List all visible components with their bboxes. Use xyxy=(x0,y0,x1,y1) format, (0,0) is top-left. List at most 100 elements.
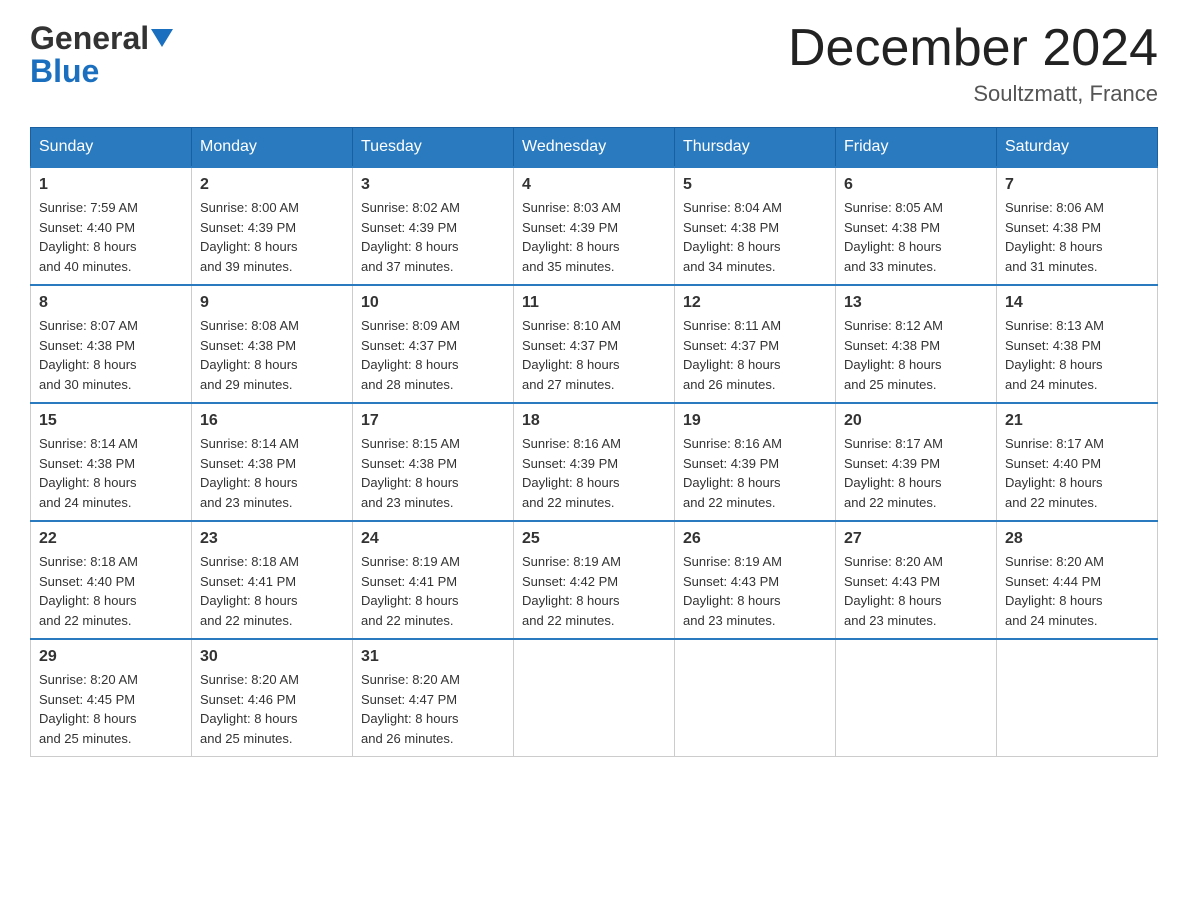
calendar-cell: 19 Sunrise: 8:16 AMSunset: 4:39 PMDaylig… xyxy=(675,403,836,521)
calendar-cell: 11 Sunrise: 8:10 AMSunset: 4:37 PMDaylig… xyxy=(514,285,675,403)
day-number: 20 xyxy=(844,412,988,430)
calendar-week-5: 29 Sunrise: 8:20 AMSunset: 4:45 PMDaylig… xyxy=(31,639,1158,757)
day-number: 16 xyxy=(200,412,344,430)
calendar-cell: 17 Sunrise: 8:15 AMSunset: 4:38 PMDaylig… xyxy=(353,403,514,521)
page-header: General Blue December 2024 Soultzmatt, F… xyxy=(30,20,1158,107)
day-info: Sunrise: 8:20 AMSunset: 4:45 PMDaylight:… xyxy=(39,672,138,746)
calendar-cell: 25 Sunrise: 8:19 AMSunset: 4:42 PMDaylig… xyxy=(514,521,675,639)
calendar-week-2: 8 Sunrise: 8:07 AMSunset: 4:38 PMDayligh… xyxy=(31,285,1158,403)
day-info: Sunrise: 8:20 AMSunset: 4:47 PMDaylight:… xyxy=(361,672,460,746)
day-number: 25 xyxy=(522,530,666,548)
day-info: Sunrise: 8:18 AMSunset: 4:40 PMDaylight:… xyxy=(39,554,138,628)
weekday-header-sunday: Sunday xyxy=(31,128,192,168)
day-info: Sunrise: 8:16 AMSunset: 4:39 PMDaylight:… xyxy=(683,436,782,510)
day-info: Sunrise: 8:19 AMSunset: 4:42 PMDaylight:… xyxy=(522,554,621,628)
day-number: 28 xyxy=(1005,530,1149,548)
calendar-cell: 13 Sunrise: 8:12 AMSunset: 4:38 PMDaylig… xyxy=(836,285,997,403)
calendar-week-3: 15 Sunrise: 8:14 AMSunset: 4:38 PMDaylig… xyxy=(31,403,1158,521)
day-info: Sunrise: 8:19 AMSunset: 4:43 PMDaylight:… xyxy=(683,554,782,628)
calendar-cell: 23 Sunrise: 8:18 AMSunset: 4:41 PMDaylig… xyxy=(192,521,353,639)
day-number: 14 xyxy=(1005,294,1149,312)
day-info: Sunrise: 8:06 AMSunset: 4:38 PMDaylight:… xyxy=(1005,200,1104,274)
weekday-header-saturday: Saturday xyxy=(997,128,1158,168)
day-info: Sunrise: 8:04 AMSunset: 4:38 PMDaylight:… xyxy=(683,200,782,274)
day-number: 11 xyxy=(522,294,666,312)
calendar-cell: 6 Sunrise: 8:05 AMSunset: 4:38 PMDayligh… xyxy=(836,167,997,285)
day-info: Sunrise: 8:11 AMSunset: 4:37 PMDaylight:… xyxy=(683,318,781,392)
day-number: 23 xyxy=(200,530,344,548)
calendar-cell: 2 Sunrise: 8:00 AMSunset: 4:39 PMDayligh… xyxy=(192,167,353,285)
day-number: 1 xyxy=(39,176,183,194)
day-number: 21 xyxy=(1005,412,1149,430)
calendar-cell: 31 Sunrise: 8:20 AMSunset: 4:47 PMDaylig… xyxy=(353,639,514,757)
weekday-header-monday: Monday xyxy=(192,128,353,168)
calendar-cell: 20 Sunrise: 8:17 AMSunset: 4:39 PMDaylig… xyxy=(836,403,997,521)
day-info: Sunrise: 8:00 AMSunset: 4:39 PMDaylight:… xyxy=(200,200,299,274)
day-number: 29 xyxy=(39,648,183,666)
day-number: 3 xyxy=(361,176,505,194)
calendar-cell: 14 Sunrise: 8:13 AMSunset: 4:38 PMDaylig… xyxy=(997,285,1158,403)
calendar-cell: 12 Sunrise: 8:11 AMSunset: 4:37 PMDaylig… xyxy=(675,285,836,403)
calendar-cell: 21 Sunrise: 8:17 AMSunset: 4:40 PMDaylig… xyxy=(997,403,1158,521)
day-info: Sunrise: 8:15 AMSunset: 4:38 PMDaylight:… xyxy=(361,436,460,510)
day-number: 2 xyxy=(200,176,344,194)
calendar-week-1: 1 Sunrise: 7:59 AMSunset: 4:40 PMDayligh… xyxy=(31,167,1158,285)
day-number: 9 xyxy=(200,294,344,312)
day-number: 13 xyxy=(844,294,988,312)
calendar-cell: 5 Sunrise: 8:04 AMSunset: 4:38 PMDayligh… xyxy=(675,167,836,285)
day-number: 7 xyxy=(1005,176,1149,194)
day-number: 27 xyxy=(844,530,988,548)
day-info: Sunrise: 8:10 AMSunset: 4:37 PMDaylight:… xyxy=(522,318,621,392)
day-info: Sunrise: 8:08 AMSunset: 4:38 PMDaylight:… xyxy=(200,318,299,392)
calendar-cell xyxy=(836,639,997,757)
calendar-table: SundayMondayTuesdayWednesdayThursdayFrid… xyxy=(30,127,1158,757)
calendar-cell: 22 Sunrise: 8:18 AMSunset: 4:40 PMDaylig… xyxy=(31,521,192,639)
calendar-cell: 29 Sunrise: 8:20 AMSunset: 4:45 PMDaylig… xyxy=(31,639,192,757)
calendar-cell xyxy=(675,639,836,757)
day-number: 19 xyxy=(683,412,827,430)
day-info: Sunrise: 8:18 AMSunset: 4:41 PMDaylight:… xyxy=(200,554,299,628)
calendar-cell xyxy=(514,639,675,757)
calendar-cell: 10 Sunrise: 8:09 AMSunset: 4:37 PMDaylig… xyxy=(353,285,514,403)
day-info: Sunrise: 8:09 AMSunset: 4:37 PMDaylight:… xyxy=(361,318,460,392)
day-info: Sunrise: 8:20 AMSunset: 4:46 PMDaylight:… xyxy=(200,672,299,746)
weekday-header-friday: Friday xyxy=(836,128,997,168)
calendar-cell: 28 Sunrise: 8:20 AMSunset: 4:44 PMDaylig… xyxy=(997,521,1158,639)
day-number: 26 xyxy=(683,530,827,548)
calendar-cell: 7 Sunrise: 8:06 AMSunset: 4:38 PMDayligh… xyxy=(997,167,1158,285)
calendar-cell: 30 Sunrise: 8:20 AMSunset: 4:46 PMDaylig… xyxy=(192,639,353,757)
day-info: Sunrise: 8:13 AMSunset: 4:38 PMDaylight:… xyxy=(1005,318,1104,392)
calendar-cell: 1 Sunrise: 7:59 AMSunset: 4:40 PMDayligh… xyxy=(31,167,192,285)
day-info: Sunrise: 8:07 AMSunset: 4:38 PMDaylight:… xyxy=(39,318,138,392)
weekday-header-tuesday: Tuesday xyxy=(353,128,514,168)
day-number: 6 xyxy=(844,176,988,194)
calendar-cell: 18 Sunrise: 8:16 AMSunset: 4:39 PMDaylig… xyxy=(514,403,675,521)
day-number: 18 xyxy=(522,412,666,430)
calendar-cell: 3 Sunrise: 8:02 AMSunset: 4:39 PMDayligh… xyxy=(353,167,514,285)
day-info: Sunrise: 7:59 AMSunset: 4:40 PMDaylight:… xyxy=(39,200,138,274)
weekday-header-row: SundayMondayTuesdayWednesdayThursdayFrid… xyxy=(31,128,1158,168)
calendar-cell: 26 Sunrise: 8:19 AMSunset: 4:43 PMDaylig… xyxy=(675,521,836,639)
logo: General Blue xyxy=(30,20,173,90)
day-number: 24 xyxy=(361,530,505,548)
month-title: December 2024 xyxy=(788,20,1158,77)
day-info: Sunrise: 8:17 AMSunset: 4:40 PMDaylight:… xyxy=(1005,436,1104,510)
day-info: Sunrise: 8:02 AMSunset: 4:39 PMDaylight:… xyxy=(361,200,460,274)
day-info: Sunrise: 8:12 AMSunset: 4:38 PMDaylight:… xyxy=(844,318,943,392)
day-info: Sunrise: 8:14 AMSunset: 4:38 PMDaylight:… xyxy=(39,436,138,510)
day-number: 30 xyxy=(200,648,344,666)
day-info: Sunrise: 8:05 AMSunset: 4:38 PMDaylight:… xyxy=(844,200,943,274)
calendar-cell: 4 Sunrise: 8:03 AMSunset: 4:39 PMDayligh… xyxy=(514,167,675,285)
calendar-cell: 27 Sunrise: 8:20 AMSunset: 4:43 PMDaylig… xyxy=(836,521,997,639)
logo-blue-text: Blue xyxy=(30,53,99,90)
day-number: 10 xyxy=(361,294,505,312)
day-number: 17 xyxy=(361,412,505,430)
day-number: 5 xyxy=(683,176,827,194)
calendar-week-4: 22 Sunrise: 8:18 AMSunset: 4:40 PMDaylig… xyxy=(31,521,1158,639)
day-info: Sunrise: 8:17 AMSunset: 4:39 PMDaylight:… xyxy=(844,436,943,510)
weekday-header-wednesday: Wednesday xyxy=(514,128,675,168)
logo-triangle-icon xyxy=(151,29,173,51)
day-info: Sunrise: 8:14 AMSunset: 4:38 PMDaylight:… xyxy=(200,436,299,510)
day-info: Sunrise: 8:19 AMSunset: 4:41 PMDaylight:… xyxy=(361,554,460,628)
day-number: 12 xyxy=(683,294,827,312)
